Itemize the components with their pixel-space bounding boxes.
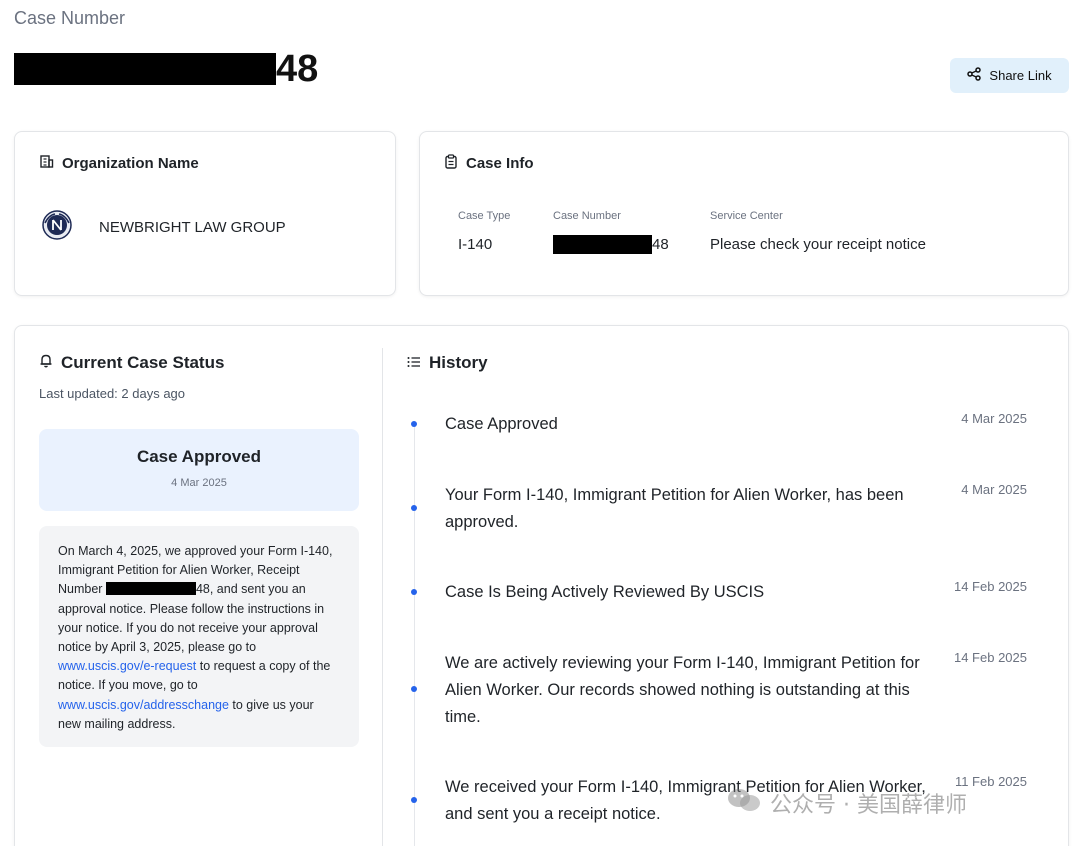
history-item-text: Your Form I-140, Immigrant Petition for … [445, 486, 904, 531]
timeline-dot [411, 505, 417, 511]
organization-name: NEWBRIGHT LAW GROUP [99, 219, 286, 236]
timeline-line [414, 424, 415, 846]
service-center-field: Service Center Please check your receipt… [710, 210, 926, 254]
redacted-block [553, 234, 652, 254]
column-divider [382, 348, 383, 846]
history-item-date: 4 Mar 2025 [961, 482, 1027, 497]
case-type-field: Case Type I-140 [458, 210, 510, 254]
case-type-label: Case Type [458, 210, 511, 222]
redacted-block [14, 53, 276, 85]
case-info-card-title: Case Info [444, 154, 534, 173]
current-status-header: Current Case Status [39, 353, 224, 373]
timeline-dot [411, 589, 417, 595]
history-item-text: Case Approved [445, 415, 558, 433]
share-link-button[interactable]: Share Link [950, 58, 1069, 93]
case-number-heading: 48 [14, 50, 318, 88]
case-number-field-suffix: 48 [652, 235, 669, 253]
clipboard-icon [444, 154, 458, 173]
history-item-date: 4 Mar 2025 [961, 411, 1027, 426]
bell-icon [39, 353, 53, 373]
case-number-label: Case Number [14, 8, 126, 28]
case-number-field-label: Case Number [553, 210, 621, 222]
case-info-card: Case Info Case Type I-140 Case Number 48… [419, 131, 1069, 296]
e-request-link[interactable]: www.uscis.gov/e-request [58, 659, 196, 673]
current-status-title: Current Case Status [61, 353, 225, 372]
watermark-text: 公众号 · 美国薛律师 [770, 793, 967, 818]
history-title: History [429, 353, 488, 372]
law-firm-logo-icon [41, 209, 73, 246]
current-status-value: Case Approved [136, 447, 262, 466]
share-link-label: Share Link [989, 68, 1052, 83]
timeline-dot [411, 421, 417, 427]
redacted-block [105, 582, 196, 596]
history-header: History [407, 353, 488, 373]
share-icon [967, 67, 982, 84]
current-status-box: Case Approved 4 Mar 2025 [39, 429, 359, 511]
case-number-field: Case Number 48 [553, 210, 669, 254]
organization-card: Organization Name NEWBRIGHT LAW GROUP [14, 131, 396, 296]
history-item-text: We are actively reviewing your Form I-14… [445, 654, 920, 726]
case-number-suffix: 48 [276, 48, 319, 90]
timeline-dot [411, 797, 417, 803]
list-icon [407, 353, 421, 373]
organization-title: Organization Name [62, 155, 199, 172]
timeline-dot [411, 686, 417, 692]
address-change-link[interactable]: www.uscis.gov/addresschange [58, 698, 229, 712]
current-status-date: 4 Mar 2025 [171, 477, 227, 489]
status-history-card: Current Case Status Last updated: 2 days… [14, 325, 1069, 846]
history-item-date: 14 Feb 2025 [953, 650, 1027, 665]
organization-card-title: Organization Name [39, 154, 199, 173]
case-number-field-value: 48 [553, 234, 669, 254]
last-updated-text: Last updated: 2 days ago [39, 386, 186, 401]
case-type-value: I-140 [458, 235, 493, 253]
status-description: On March 4, 2025, we approved your Form … [39, 526, 359, 747]
case-info-title: Case Info [466, 155, 534, 172]
service-center-label: Service Center [710, 210, 783, 222]
history-item-date: 14 Feb 2025 [953, 579, 1027, 594]
service-center-value: Please check your receipt notice [710, 235, 926, 253]
building-icon [39, 154, 54, 173]
organization-row: NEWBRIGHT LAW GROUP [41, 209, 286, 246]
wechat-watermark: 公众号 · 美国薛律师 [726, 786, 967, 820]
wechat-icon [726, 786, 762, 820]
history-item-text: Case Is Being Actively Reviewed By USCIS [445, 583, 765, 601]
